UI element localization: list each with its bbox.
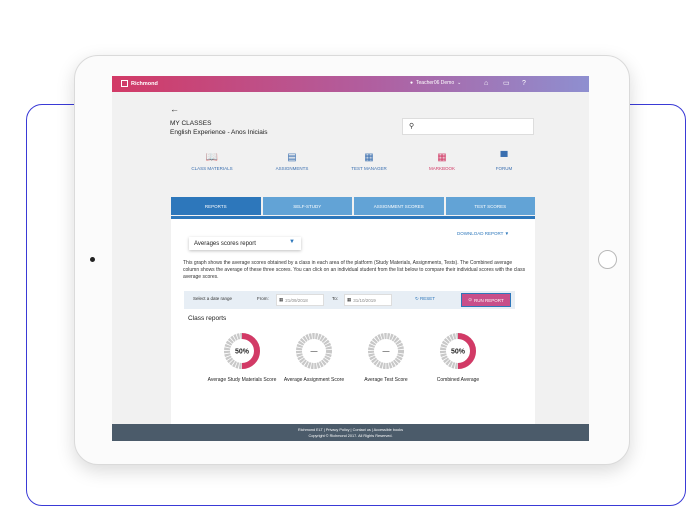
markbook-icon: ▦	[437, 152, 447, 163]
report-tabs: REPORTS SELF-STUDY ASSIGNMENT SCORES TES…	[171, 197, 535, 215]
donut-value: 50%	[451, 349, 466, 356]
app-screen: Richmond ● Teacher06 Demo ⌄ ⌂ ▭ ? ← MY C…	[112, 76, 589, 441]
class-reports-title: Class reports	[188, 315, 227, 322]
footer: Richmond ELT | Privacy Policy | Contact …	[112, 424, 589, 441]
score-label-test: Average Test Score	[364, 377, 408, 383]
report-description: This graph shows the average scores obta…	[183, 260, 526, 280]
nav-label: CLASS MATERIALS	[191, 166, 233, 171]
copyright: Copyright © Richmond 2017. All Rights Re…	[308, 434, 393, 438]
chevron-down-icon: ▼	[289, 239, 295, 245]
camera-dot	[90, 257, 95, 262]
stage: Richmond ● Teacher06 Demo ⌄ ⌂ ▭ ? ← MY C…	[0, 0, 698, 517]
reset-icon: ↻	[415, 296, 419, 301]
run-label: RUN REPORT	[474, 297, 504, 303]
user-name: Teacher06 Demo	[416, 80, 455, 86]
nav-forum[interactable]: ▀ FORUM	[469, 152, 539, 171]
calendar-icon: ▦	[279, 297, 284, 302]
select-value: Averages scores report	[194, 240, 256, 247]
page-title: MY CLASSES	[170, 120, 212, 127]
user-icon: ●	[410, 80, 414, 86]
from-date-value: 21/09/2018	[285, 297, 308, 303]
nav-label: TEST MANAGER	[351, 166, 387, 171]
download-report-link[interactable]: DOWNLOAD REPORT ▼	[457, 231, 509, 236]
nav-assignments[interactable]: ▤ ASSIGNMENTS	[257, 152, 327, 171]
to-date-input[interactable]: ▦ 31/10/2019	[344, 294, 392, 306]
tab-self-study[interactable]: SELF-STUDY	[262, 197, 352, 215]
donut-value: 50%	[235, 349, 250, 356]
nav-label: FORUM	[495, 166, 513, 171]
help-icon[interactable]: ?	[522, 80, 526, 88]
top-bar: Richmond ● Teacher06 Demo ⌄ ⌂ ▭ ?	[112, 76, 589, 92]
nav-class-materials[interactable]: 📖 CLASS MATERIALS	[177, 152, 247, 171]
user-menu[interactable]: ● Teacher06 Demo ⌄	[410, 80, 461, 86]
logo-icon	[121, 80, 128, 87]
donut-value: —	[383, 349, 390, 356]
nav-label: ASSIGNMENTS	[275, 166, 309, 171]
to-label: To:	[332, 296, 339, 301]
report-type-select[interactable]: Averages scores report ▼	[189, 237, 301, 250]
date-range-label: Select a date range	[193, 296, 233, 301]
score-donut-test: —	[368, 333, 404, 369]
to-date-value: 31/10/2019	[353, 297, 376, 303]
nav-label: MARKBOOK	[428, 166, 455, 171]
score-donut-combined: 50%	[440, 333, 476, 369]
report-panel: Averages scores report ▼ DOWNLOAD REPORT…	[171, 216, 535, 424]
chevron-down-icon: ⌄	[457, 80, 462, 86]
home-icon[interactable]: ⌂	[484, 80, 488, 88]
date-filter-bar: Select a date range From: ▦ 21/09/2018 T…	[184, 291, 515, 309]
reset-label: RESET	[420, 296, 436, 301]
back-arrow-icon[interactable]: ←	[170, 104, 179, 114]
book-icon: 📖	[205, 152, 219, 163]
nav-markbook[interactable]: ▦ MARKBOOK	[407, 152, 477, 171]
brand-name: Richmond	[131, 80, 158, 87]
tab-reports[interactable]: REPORTS	[171, 197, 261, 215]
score-label-assignment: Average Assignment Score	[283, 377, 345, 383]
reset-button[interactable]: ↻ RESET	[415, 296, 435, 302]
document-icon: ▤	[287, 152, 297, 163]
message-icon[interactable]: ▭	[503, 80, 510, 88]
class-name: English Experience - Anos Iniciais	[170, 129, 268, 136]
chat-icon: ▀	[500, 152, 508, 163]
calendar-icon: ▦	[347, 297, 352, 302]
score-donut-study-materials: 50%	[224, 333, 260, 369]
tab-assignment-scores[interactable]: ASSIGNMENT SCORES	[354, 197, 444, 215]
search-input[interactable]: ⚲	[402, 118, 534, 135]
run-report-button[interactable]: ⊙ RUN REPORT	[461, 293, 511, 307]
search-icon: ⚲	[409, 123, 415, 130]
run-icon: ⊙	[468, 297, 473, 302]
from-date-input[interactable]: ▦ 21/09/2018	[276, 294, 324, 306]
test-icon: ▦	[364, 152, 374, 163]
from-label: From:	[257, 296, 269, 301]
nav-test-manager[interactable]: ▦ TEST MANAGER	[334, 152, 404, 171]
home-button[interactable]	[598, 250, 617, 269]
tab-test-scores[interactable]: TEST SCORES	[445, 197, 535, 215]
brand-logo[interactable]: Richmond	[121, 80, 158, 87]
score-label-study-materials: Average Study Materials Score	[207, 377, 277, 383]
donut-value: —	[311, 349, 318, 356]
score-donut-assignment: —	[296, 333, 332, 369]
score-label-combined: Combined Average	[436, 377, 480, 383]
